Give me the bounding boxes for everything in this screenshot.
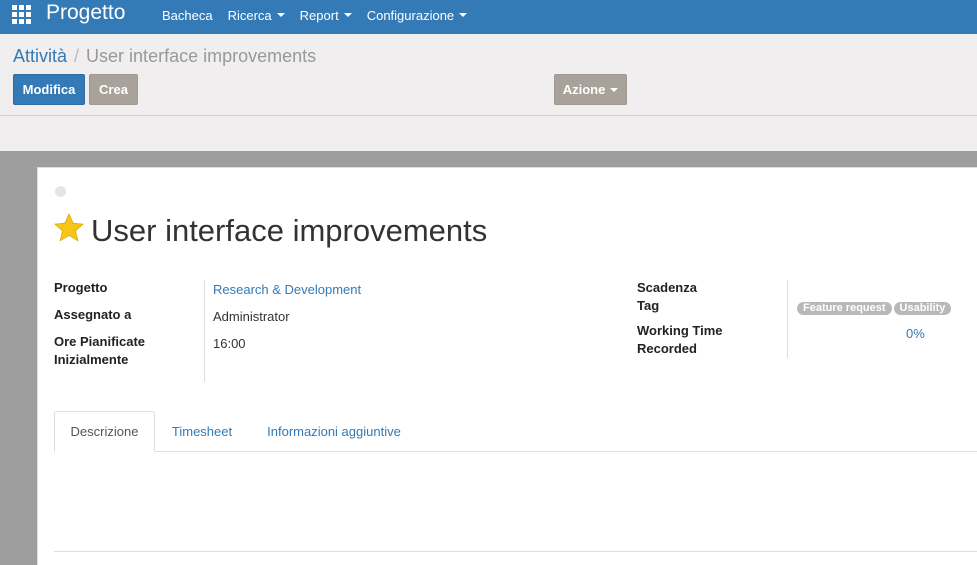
form-sheet: User interface improvements Progetto Res… [37, 167, 977, 565]
edit-button[interactable]: Modifica [13, 74, 85, 105]
menu-ricerca[interactable]: Ricerca [228, 8, 285, 23]
field-label-working-time: Working Time Recorded [637, 323, 723, 356]
breadcrumb-parent-link[interactable]: Attività [13, 46, 67, 67]
field-value-working-time: 0% [906, 326, 925, 341]
field-divider [787, 280, 788, 358]
sub-toolbar [0, 117, 977, 151]
caret-down-icon [459, 13, 468, 17]
tab-timesheet[interactable]: Timesheet [160, 411, 244, 452]
app-brand[interactable]: Progetto [46, 0, 125, 25]
tag-list: Feature request Usability [797, 302, 953, 315]
field-value-planned-hours: 16:00 [213, 336, 246, 351]
record-title: User interface improvements [91, 213, 488, 248]
field-label-assigned: Assegnato a [54, 307, 132, 322]
menu-configurazione[interactable]: Configurazione [367, 8, 468, 23]
star-icon[interactable] [53, 212, 85, 244]
main-menu: Bacheca Ricerca Report Configurazione [162, 0, 482, 30]
apps-grid-icon[interactable] [12, 5, 32, 25]
notebook-tabs: Descrizione Timesheet Informazioni aggiu… [54, 411, 977, 452]
control-panel: Attività / User interface improvements M… [0, 34, 977, 116]
field-label-deadline: Scadenza [637, 280, 697, 295]
menu-bacheca[interactable]: Bacheca [162, 8, 213, 23]
field-value-assigned: Administrator [213, 309, 290, 324]
field-value-project[interactable]: Research & Development [213, 281, 361, 299]
kanban-state-icon[interactable] [55, 186, 66, 197]
menu-report[interactable]: Report [300, 8, 352, 23]
tab-informazioni-aggiuntive[interactable]: Informazioni aggiuntive [254, 411, 414, 452]
tab-descrizione[interactable]: Descrizione [54, 411, 155, 452]
caret-down-icon [343, 13, 352, 17]
caret-down-icon [610, 87, 619, 92]
breadcrumb-current: User interface improvements [86, 46, 317, 66]
field-label-project: Progetto [54, 280, 108, 295]
breadcrumb: Attività / User interface improvements [13, 46, 316, 67]
breadcrumb-separator: / [74, 46, 80, 66]
action-dropdown-button[interactable]: Azione [554, 74, 627, 105]
tag-badge[interactable]: Usability [893, 302, 952, 315]
field-label-tag: Tag [637, 298, 660, 313]
create-button[interactable]: Crea [89, 74, 138, 105]
top-navbar: Progetto Bacheca Ricerca Report Configur… [0, 0, 977, 34]
field-label-planned-hours: Ore Pianificate Inizialmente [54, 334, 146, 367]
field-divider [204, 280, 205, 382]
tag-badge[interactable]: Feature request [797, 302, 892, 315]
description-divider [54, 551, 977, 552]
caret-down-icon [276, 13, 285, 17]
